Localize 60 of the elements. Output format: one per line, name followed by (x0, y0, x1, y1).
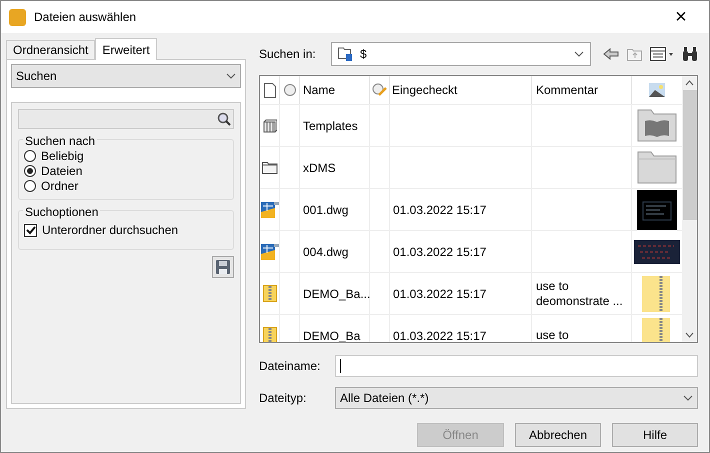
file-icon (264, 82, 276, 98)
save-button[interactable] (212, 256, 234, 278)
file-name[interactable]: 001.dwg (303, 200, 348, 218)
app-logo-icon (9, 8, 26, 26)
zip-file-icon (262, 285, 276, 302)
binoculars-icon[interactable] (682, 46, 698, 62)
pencil-icon (372, 83, 387, 97)
dialog-button[interactable]: Hilfe (612, 423, 698, 447)
look-in-label: Suchen in: (259, 46, 317, 63)
radio-label: Ordner (41, 178, 78, 194)
file-name[interactable]: xDMS (303, 158, 336, 176)
radio-button[interactable] (24, 150, 36, 162)
mode-dropdown[interactable]: Suchen (11, 64, 241, 88)
filename-field[interactable] (335, 355, 698, 377)
checked-in-date: 01.03.2022 15:17 (393, 328, 486, 342)
filename-label: Dateiname: (259, 358, 322, 375)
checked-in-date: 01.03.2022 15:17 (393, 286, 486, 302)
column-header[interactable]: Kommentar (536, 81, 598, 99)
filetype-dropdown[interactable]: Alle Dateien (*.*) (335, 387, 698, 409)
file-name[interactable]: 004.dwg (303, 242, 348, 260)
search-field[interactable] (18, 109, 234, 129)
filetype-label: Dateityp: (259, 390, 308, 407)
view-menu-icon[interactable] (650, 47, 674, 61)
image-icon (649, 83, 665, 97)
cabinet-icon (262, 118, 276, 132)
checkbox-label: Unterordner durchsuchen (42, 222, 178, 239)
radio-label: Dateien (41, 162, 82, 180)
back-arrow-icon[interactable] (603, 48, 619, 60)
checked-in-date: 01.03.2022 15:17 (393, 244, 486, 260)
chevron-icon (683, 395, 693, 401)
file-name[interactable]: Templates (303, 116, 358, 134)
folder-thumbnail (637, 151, 677, 184)
column-header[interactable]: Name (303, 81, 336, 99)
search-icon[interactable] (217, 112, 231, 126)
window-title: Dateien auswählen (34, 9, 136, 26)
look-in-dropdown[interactable]: $ (331, 42, 591, 66)
book-folder-thumbnail (637, 109, 677, 142)
checkbox[interactable] (24, 224, 37, 236)
file-name[interactable]: DEMO_Ba... (303, 284, 370, 302)
chevron-icon (574, 51, 584, 57)
comment-text: use to deomonstrate ... (536, 278, 624, 308)
scrollbar[interactable] (682, 76, 697, 342)
drawing-thumbnail (637, 190, 677, 230)
checked-in-date: 01.03.2022 15:17 (393, 202, 486, 218)
vault-folder-icon (338, 47, 354, 61)
dialog-button[interactable]: Abbrechen (515, 423, 601, 447)
drawing-thumbnail (634, 240, 680, 264)
zip-folder-thumbnail (642, 276, 672, 312)
file-name[interactable]: DEMO_Ba (303, 326, 360, 342)
comment-text: use to (536, 328, 570, 342)
tab[interactable]: Ordneransicht (6, 40, 96, 59)
radio-button[interactable] (24, 164, 36, 176)
radio-button[interactable] (24, 180, 36, 192)
tab[interactable]: Erweitert (95, 38, 157, 60)
radio-label: Beliebig (41, 148, 84, 164)
chevron-icon (226, 73, 236, 79)
scroll-thumb[interactable] (682, 90, 696, 220)
column-header[interactable]: Eingecheckt (392, 81, 458, 99)
save-icon (215, 259, 231, 275)
close-button[interactable]: × (661, 3, 701, 31)
